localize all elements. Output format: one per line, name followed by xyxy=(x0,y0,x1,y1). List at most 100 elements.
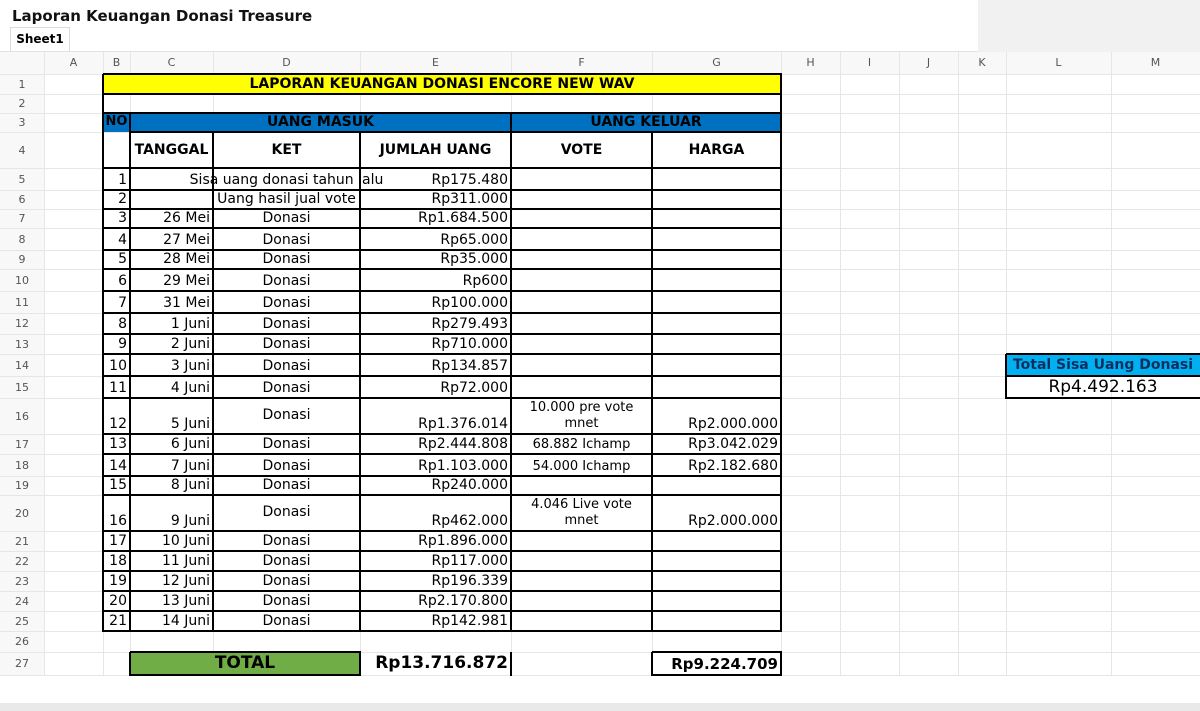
sisa-value: Rp4.492.163 xyxy=(1048,376,1158,397)
row-header-3[interactable]: 3 xyxy=(0,113,44,132)
row-header-19[interactable]: 19 xyxy=(0,476,44,495)
sheet-grid[interactable]: A B C D E F G H I J K L M 1 2 3 4 5 6 7 8 9 10 11 12 13 14 15 16 17 18… xyxy=(0,52,1200,706)
row-header-1[interactable]: 1 xyxy=(0,74,44,94)
document-title: Laporan Keuangan Donasi Treasure xyxy=(12,7,313,25)
entry-ket: Donasi xyxy=(262,436,311,453)
total-label: TOTAL xyxy=(214,653,276,674)
row-header-16[interactable]: 16 xyxy=(0,398,44,434)
entry-jumlah: Rp196.339 xyxy=(431,573,508,590)
row-header-5[interactable]: 5 xyxy=(0,168,44,190)
row-header-26[interactable]: 26 xyxy=(0,631,44,652)
row-header-24[interactable]: 24 xyxy=(0,591,44,611)
entry-jumlah: Rp142.981 xyxy=(431,613,508,630)
row-header-13[interactable]: 13 xyxy=(0,334,44,354)
entry-harga xyxy=(652,228,781,250)
uang-masuk-header: UANG MASUK xyxy=(267,114,374,131)
row-header-22[interactable]: 22 xyxy=(0,551,44,571)
row-header-8[interactable]: 8 xyxy=(0,228,44,250)
row-header-7[interactable]: 7 xyxy=(0,209,44,228)
entry-tanggal: 6 Juni xyxy=(170,436,210,453)
entry-harga xyxy=(652,354,781,376)
column-header-c[interactable]: C xyxy=(130,52,213,74)
row-header-25[interactable]: 25 xyxy=(0,611,44,631)
entry-jumlah: Rp134.857 xyxy=(431,358,508,375)
row-header-4[interactable]: 4 xyxy=(0,132,44,168)
row-header-23[interactable]: 23 xyxy=(0,571,44,591)
column-header-k[interactable]: K xyxy=(958,52,1006,74)
entry-tanggal: 7 Juni xyxy=(170,458,210,475)
entry-vote xyxy=(511,269,652,291)
row-header-11[interactable]: 11 xyxy=(0,291,44,313)
entry-vote xyxy=(511,291,652,313)
column-header-i[interactable]: I xyxy=(840,52,899,74)
row-header-6[interactable]: 6 xyxy=(0,190,44,209)
entry-no: 12 xyxy=(109,416,127,433)
entry-ket: Donasi xyxy=(262,573,311,590)
entry-no: 6 xyxy=(118,273,127,290)
entry-ket: Donasi xyxy=(262,336,311,353)
column-header-l[interactable]: L xyxy=(1006,52,1111,74)
entry-tanggal: 5 Juni xyxy=(170,416,210,433)
entry-harga: Rp2.000.000 xyxy=(688,416,778,433)
row-header-10[interactable]: 10 xyxy=(0,269,44,291)
entry-jumlah: Rp1.376.014 xyxy=(418,416,508,433)
entry-ket: Donasi xyxy=(262,210,311,227)
entry-tanggal: 28 Mei xyxy=(163,251,210,268)
entry-vote: 4.046 Live vote mnet xyxy=(531,496,632,528)
entry-no: 15 xyxy=(109,477,127,494)
entry-vote xyxy=(511,190,652,209)
entry-vote: 10.000 pre vote mnet xyxy=(529,399,634,431)
row-header-27[interactable]: 27 xyxy=(0,652,44,675)
gridline-v xyxy=(44,52,45,675)
sheet-tab[interactable]: Sheet1 xyxy=(10,27,70,51)
column-header-j[interactable]: J xyxy=(899,52,958,74)
column-header-f[interactable]: F xyxy=(511,52,652,74)
entry-harga xyxy=(652,190,781,209)
tanggal-header: TANGGAL xyxy=(134,141,209,158)
entry-tanggal: 11 Juni xyxy=(161,553,210,570)
column-header-a[interactable]: A xyxy=(44,52,103,74)
entry-jumlah: Rp311.000 xyxy=(431,191,508,208)
entry-no: 19 xyxy=(109,573,127,590)
uang-keluar-header: UANG KELUAR xyxy=(590,114,702,131)
column-header-d[interactable]: D xyxy=(213,52,360,74)
entry-no: 13 xyxy=(109,436,127,453)
row-header-18[interactable]: 18 xyxy=(0,454,44,476)
entry-harga: Rp3.042.029 xyxy=(688,436,778,453)
entry-no: 5 xyxy=(118,251,127,268)
no-header: NO xyxy=(105,114,128,130)
entry-jumlah: Rp710.000 xyxy=(431,336,508,353)
entry-tanggal: 3 Juni xyxy=(170,358,210,375)
column-header-b[interactable]: B xyxy=(103,52,130,74)
row-header-12[interactable]: 12 xyxy=(0,313,44,334)
entry-harga xyxy=(652,551,781,571)
entry-ket: Donasi xyxy=(262,295,311,312)
row-header-21[interactable]: 21 xyxy=(0,531,44,551)
entry-vote xyxy=(511,476,652,495)
row-header-17[interactable]: 17 xyxy=(0,434,44,454)
row-header-20[interactable]: 20 xyxy=(0,495,44,531)
entry-tanggal: 10 Juni xyxy=(161,533,210,550)
entry-vote xyxy=(511,531,652,551)
column-header-e[interactable]: E xyxy=(360,52,511,74)
entry-jumlah: Rp279.493 xyxy=(431,316,508,333)
entry-tanggal: 9 Juni xyxy=(170,513,210,530)
entry-vote xyxy=(511,168,652,190)
column-header-m[interactable]: M xyxy=(1111,52,1200,74)
column-header-h[interactable]: H xyxy=(781,52,840,74)
column-header-g[interactable]: G xyxy=(652,52,781,74)
entry-tanggal: 4 Juni xyxy=(170,380,210,397)
row-header-9[interactable]: 9 xyxy=(0,250,44,269)
row-header-14[interactable]: 14 xyxy=(0,354,44,376)
entry-jumlah: Rp1.896.000 xyxy=(418,533,508,550)
horizontal-scrollbar[interactable] xyxy=(0,703,1200,711)
row-header-2[interactable]: 2 xyxy=(0,94,44,113)
row-header-15[interactable]: 15 xyxy=(0,376,44,398)
entry-harga xyxy=(652,209,781,228)
entry-jumlah: Rp65.000 xyxy=(440,232,508,249)
gridline-v xyxy=(899,52,900,675)
entry-harga xyxy=(652,291,781,313)
entry-no: 9 xyxy=(118,336,127,353)
entry-harga xyxy=(652,269,781,291)
entry-no: 3 xyxy=(118,210,127,227)
